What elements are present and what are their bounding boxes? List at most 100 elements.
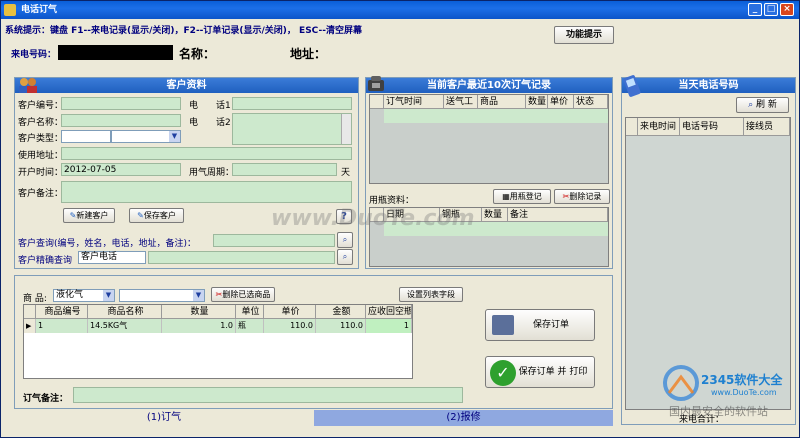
col-item-price: 单价 — [264, 305, 316, 319]
product-select[interactable]: 液化气 ▼ — [53, 289, 115, 302]
save-print-order-button[interactable]: ✓ 保存订单 并 打印 — [485, 356, 595, 388]
exact-query-field[interactable] — [148, 251, 335, 264]
col-deliverer: 送气工 — [444, 95, 478, 109]
customers-icon — [17, 76, 39, 94]
col-item-unit: 单位 — [236, 305, 264, 319]
minimize-button[interactable]: _ — [748, 3, 762, 16]
row-header — [370, 95, 384, 109]
item-name: 14.5KG气 — [88, 319, 162, 333]
caller-name-label: 名称： — [179, 47, 216, 61]
delete-record-label: 删除记录 — [569, 192, 602, 201]
chevron-down-icon[interactable]: ▼ — [103, 290, 114, 301]
row-pointer-icon: ▶ — [24, 319, 36, 333]
tab-repair[interactable]: (2)报修 — [314, 410, 613, 426]
phone2-field[interactable] — [232, 113, 352, 145]
item-amount: 110.0 — [316, 319, 366, 333]
search-icon[interactable]: ⌕ — [337, 232, 353, 248]
col-price: 单价 — [548, 95, 574, 109]
col-return-bottles: 应收回空瓶数 — [366, 305, 412, 319]
watermark-logo-icon — [661, 363, 701, 403]
use-address-field[interactable] — [61, 147, 352, 160]
bottle-register-button[interactable]: ▦用瓶登记 — [493, 189, 551, 204]
use-address-label: 使用地址： — [18, 151, 64, 161]
refresh-button[interactable]: ⌕ 刷 新 — [736, 97, 789, 113]
check-icon: ✓ — [490, 360, 516, 386]
col-bottle-qty: 数量 — [482, 208, 508, 222]
tab-order-gas[interactable]: (1)订气 — [14, 410, 314, 426]
gas-cycle-field[interactable] — [232, 163, 337, 176]
product-sub-select[interactable]: ▼ — [119, 289, 205, 302]
watermark-left: www.DuoTe.com — [271, 206, 475, 231]
col-item-qty: 数量 — [162, 305, 236, 319]
customer-query-label: 客户查询(编号，姓名，电话，地址，备注)： — [18, 239, 197, 249]
table-row[interactable] — [384, 109, 608, 123]
order-items-grid[interactable]: 商品编号 商品名称 数量 单位 单价 金额 应收回空瓶数 ▶ 1 14.5KG气… — [23, 304, 413, 379]
delete-selected-label: 删除已选商品 — [222, 290, 271, 299]
disk-icon — [492, 315, 514, 335]
customer-id-label: 客户编号： — [18, 101, 64, 111]
close-button[interactable]: × — [780, 3, 794, 16]
refresh-label: 刷 新 — [756, 100, 777, 110]
customer-note-label: 客户备注： — [18, 189, 64, 199]
caller-address-label: 地址： — [290, 47, 327, 61]
customer-type-label: 客户类型： — [18, 134, 64, 144]
watermark-url: www.DuoTe.com — [711, 388, 777, 397]
col-product: 商品 — [478, 95, 526, 109]
save-order-button[interactable]: 保存订单 — [485, 309, 595, 341]
new-customer-label: 新建客户 — [76, 211, 109, 220]
col-call-time: 来电时间 — [638, 118, 680, 136]
exact-search-icon[interactable]: ⌕ — [337, 249, 353, 265]
phone2-scrollbar[interactable] — [341, 114, 351, 144]
col-phone-number: 电话号码 — [680, 118, 744, 136]
customer-id-field[interactable] — [61, 97, 181, 110]
item-unit: 瓶 — [236, 319, 264, 333]
open-date-field[interactable]: 2012-07-05 — [61, 163, 181, 176]
new-customer-button[interactable]: ✎新建客户 — [63, 208, 115, 223]
exact-query-select[interactable]: 客户电话 — [78, 251, 146, 264]
set-columns-button[interactable]: 设置列表字段 — [399, 287, 463, 302]
save-customer-label: 保存客户 — [143, 211, 176, 220]
row-header — [24, 305, 36, 319]
customer-type-select-2[interactable]: ▼ — [111, 130, 181, 143]
gas-cycle-label: 用气周期： — [189, 168, 235, 178]
watermark-brand: 2345软件大全 — [701, 373, 783, 387]
chevron-down-icon[interactable]: ▼ — [169, 131, 180, 142]
chevron-down-icon[interactable]: ▼ — [193, 290, 204, 301]
app-icon — [4, 4, 16, 16]
save-order-label: 保存订单 — [532, 320, 569, 330]
order-note-field[interactable] — [73, 387, 463, 403]
watermark-sub: 国内最安全的软件站 — [669, 405, 768, 418]
today-calls-grid[interactable]: 来电时间 电话号码 接线员 — [625, 117, 791, 410]
gas-cycle-unit: 天 — [341, 168, 351, 178]
save-icon: ✎ — [137, 211, 144, 220]
today-calls-title: 当天电话号码 — [622, 78, 795, 93]
maximize-button[interactable]: □ — [764, 3, 778, 16]
function-hint-button[interactable]: 功能提示 — [554, 26, 614, 44]
delete-record-button[interactable]: ✂删除记录 — [554, 189, 610, 204]
item-price: 110.0 — [264, 319, 316, 333]
phone-icon — [366, 74, 386, 94]
customer-name-label: 客户名称： — [18, 118, 64, 128]
customer-name-field[interactable] — [61, 114, 181, 127]
system-hint: 系统提示：键盘 F1--来电记录(显示/关闭)，F2--订单记录(显示/关闭)，… — [5, 26, 362, 36]
customer-panel-title: 客户资料 — [15, 78, 358, 93]
delete-selected-button[interactable]: ✂删除已选商品 — [211, 287, 275, 302]
exact-query-label: 客户精确查询 — [18, 256, 73, 266]
customer-note-field[interactable] — [61, 181, 352, 203]
window-title: 电话订气 — [21, 5, 58, 15]
item-return-bottles: 1 — [366, 319, 412, 333]
col-item-code: 商品编号 — [36, 305, 88, 319]
recent-orders-title: 当前客户最近10次订气记录 — [366, 78, 612, 93]
caller-number-field[interactable] — [58, 45, 173, 60]
col-item-name: 商品名称 — [88, 305, 162, 319]
item-code: 1 — [36, 319, 88, 333]
title-bar: 电话订气 _ □ × — [1, 1, 799, 19]
recent-orders-grid[interactable]: 订气时间 送气工 商品 数量 单价 状态 — [369, 94, 609, 184]
customer-query-field[interactable] — [213, 234, 335, 247]
table-row[interactable]: ▶ 1 14.5KG气 1.0 瓶 110.0 110.0 1 — [24, 319, 412, 333]
phone1-field[interactable] — [232, 97, 352, 110]
customer-type-select-1[interactable] — [61, 130, 111, 143]
item-qty: 1.0 — [162, 319, 236, 333]
save-customer-button[interactable]: ✎保存客户 — [129, 208, 184, 223]
caller-number-label: 来电号码： — [11, 50, 57, 60]
